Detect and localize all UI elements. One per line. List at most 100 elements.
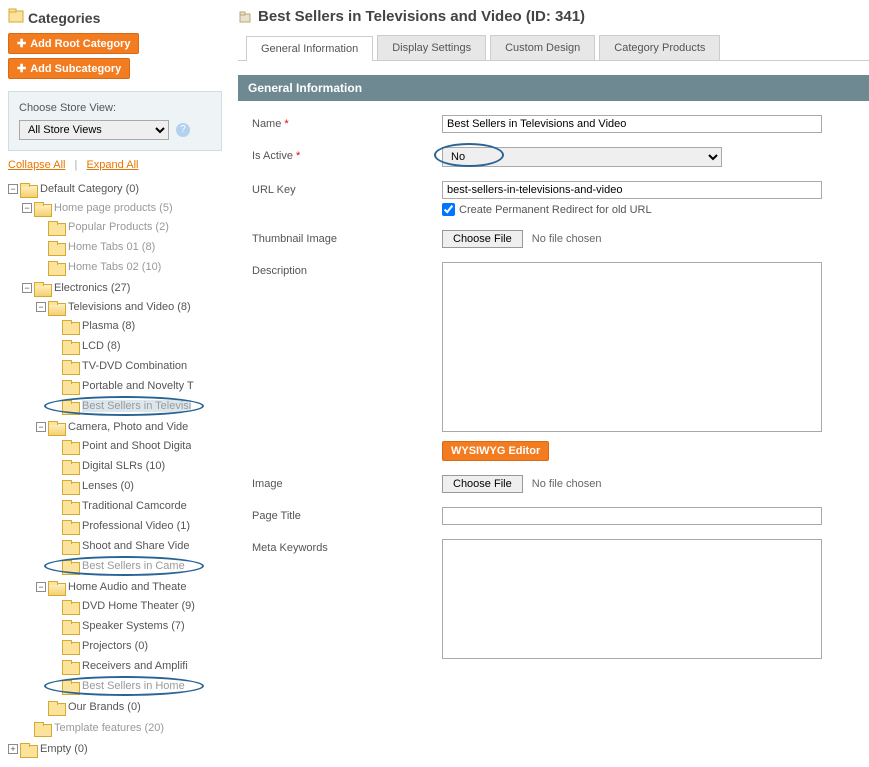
tree-item-camera-photo[interactable]: −Camera, Photo and Vide <box>36 418 222 436</box>
tab-display[interactable]: Display Settings <box>377 35 486 60</box>
tree-item-traditional[interactable]: Traditional Camcorde <box>50 497 222 515</box>
tab-general[interactable]: General Information <box>246 36 373 61</box>
description-label: Description <box>252 262 442 461</box>
tree-item-home-page-products[interactable]: −Home page products (5) <box>22 199 222 217</box>
tree-item-empty[interactable]: +Empty (0) <box>8 740 222 758</box>
add-root-category-button[interactable]: ✚Add Root Category <box>8 33 139 54</box>
section-header: General Information <box>238 75 869 101</box>
tree-item-home-audio[interactable]: −Home Audio and Theate <box>36 578 222 596</box>
tree-item-dvd-home[interactable]: DVD Home Theater (9) <box>50 597 222 615</box>
tree-item-home-tabs-01[interactable]: Home Tabs 01 (8) <box>36 238 222 256</box>
name-input[interactable] <box>442 115 822 133</box>
url-key-input[interactable] <box>442 181 822 199</box>
tab-products[interactable]: Category Products <box>599 35 720 60</box>
category-icon <box>238 10 252 24</box>
url-key-label: URL Key <box>252 181 442 216</box>
redirect-checkbox[interactable] <box>442 203 455 216</box>
tree-item-our-brands[interactable]: Our Brands (0) <box>36 698 222 716</box>
tree-item-plasma[interactable]: Plasma (8) <box>50 317 222 335</box>
expand-icon[interactable]: + <box>8 744 18 754</box>
store-view-label: Choose Store View: <box>19 102 211 114</box>
folder-icon <box>62 620 78 633</box>
help-icon[interactable]: ? <box>176 123 190 137</box>
folder-icon <box>34 202 50 215</box>
folder-icon <box>62 360 78 373</box>
image-choose-file-button[interactable]: Choose File <box>442 475 523 493</box>
folder-icon <box>62 520 78 533</box>
collapse-all-link[interactable]: Collapse All <box>8 159 65 171</box>
plus-icon: ✚ <box>17 37 26 50</box>
collapse-icon[interactable]: − <box>36 422 46 432</box>
tree-item-receivers[interactable]: Receivers and Amplifi <box>50 657 222 675</box>
tabs: General Information Display Settings Cus… <box>238 35 869 61</box>
categories-icon <box>8 8 24 27</box>
folder-icon <box>62 560 78 573</box>
tree-item-template-features[interactable]: Template features (20) <box>22 719 222 737</box>
collapse-icon[interactable]: − <box>8 184 18 194</box>
wysiwyg-editor-button[interactable]: WYSIWYG Editor <box>442 441 549 461</box>
separator: | <box>75 159 78 171</box>
tree-item-point-shoot[interactable]: Point and Shoot Digita <box>50 437 222 455</box>
thumbnail-choose-file-button[interactable]: Choose File <box>442 230 523 248</box>
tree-controls: Collapse All | Expand All <box>8 159 222 171</box>
thumbnail-label: Thumbnail Image <box>252 230 442 248</box>
tree-item-portable[interactable]: Portable and Novelty T <box>50 377 222 395</box>
folder-icon <box>62 460 78 473</box>
name-label: Name * <box>252 115 442 133</box>
folder-icon <box>48 701 64 714</box>
tree-item-lcd[interactable]: LCD (8) <box>50 337 222 355</box>
general-form: Name * Is Active * No URL Key <box>238 101 869 662</box>
image-file-status: No file chosen <box>532 478 602 490</box>
add-subcategory-button[interactable]: ✚Add Subcategory <box>8 58 130 79</box>
meta-keywords-label: Meta Keywords <box>252 539 442 662</box>
folder-icon <box>20 183 36 196</box>
expand-all-link[interactable]: Expand All <box>86 159 138 171</box>
tree-item-televisions-video[interactable]: −Televisions and Video (8) <box>36 298 222 316</box>
tab-custom[interactable]: Custom Design <box>490 35 595 60</box>
folder-icon <box>62 600 78 613</box>
tree-item-projectors[interactable]: Projectors (0) <box>50 637 222 655</box>
folder-icon <box>48 241 64 254</box>
redirect-label: Create Permanent Redirect for old URL <box>459 204 652 216</box>
tree-item-best-sellers-home[interactable]: Best Sellers in Home <box>50 677 222 695</box>
folder-icon <box>62 320 78 333</box>
page-title-label: Page Title <box>252 507 442 525</box>
tree-item-shoot-share[interactable]: Shoot and Share Vide <box>50 537 222 555</box>
collapse-icon[interactable]: − <box>22 203 32 213</box>
folder-icon <box>34 282 50 295</box>
tree-item-speaker[interactable]: Speaker Systems (7) <box>50 617 222 635</box>
collapse-icon[interactable]: − <box>36 302 46 312</box>
is-active-select[interactable]: No <box>442 147 722 167</box>
description-textarea[interactable] <box>442 262 822 432</box>
folder-icon <box>62 680 78 693</box>
folder-icon <box>48 421 64 434</box>
folder-icon <box>62 540 78 553</box>
store-view-select[interactable]: All Store Views <box>19 120 169 140</box>
tree-item-popular-products[interactable]: Popular Products (2) <box>36 218 222 236</box>
folder-icon <box>62 380 78 393</box>
folder-icon <box>62 660 78 673</box>
page-title-input[interactable] <box>442 507 822 525</box>
folder-icon <box>62 640 78 653</box>
folder-icon <box>62 340 78 353</box>
meta-keywords-textarea[interactable] <box>442 539 822 659</box>
folder-icon <box>20 743 36 756</box>
collapse-icon[interactable]: − <box>22 283 32 293</box>
main-panel: Best Sellers in Televisions and Video (I… <box>230 0 869 767</box>
tree-item-default-category[interactable]: −Default Category (0) <box>8 180 222 198</box>
sidebar: Categories ✚Add Root Category ✚Add Subca… <box>0 0 230 767</box>
tree-item-tv-dvd[interactable]: TV-DVD Combination <box>50 357 222 375</box>
tree-item-professional[interactable]: Professional Video (1) <box>50 517 222 535</box>
tree-item-home-tabs-02[interactable]: Home Tabs 02 (10) <box>36 258 222 276</box>
tree-item-lenses[interactable]: Lenses (0) <box>50 477 222 495</box>
folder-icon <box>62 480 78 493</box>
folder-icon <box>62 440 78 453</box>
folder-icon <box>48 261 64 274</box>
collapse-icon[interactable]: − <box>36 582 46 592</box>
thumbnail-file-status: No file chosen <box>532 233 602 245</box>
tree-item-electronics[interactable]: −Electronics (27) <box>22 279 222 297</box>
tree-item-digital-slrs[interactable]: Digital SLRs (10) <box>50 457 222 475</box>
tree-item-best-sellers-cam[interactable]: Best Sellers in Came <box>50 557 222 575</box>
image-label: Image <box>252 475 442 493</box>
tree-item-best-sellers-tv[interactable]: Best Sellers in Televisi <box>50 397 222 415</box>
